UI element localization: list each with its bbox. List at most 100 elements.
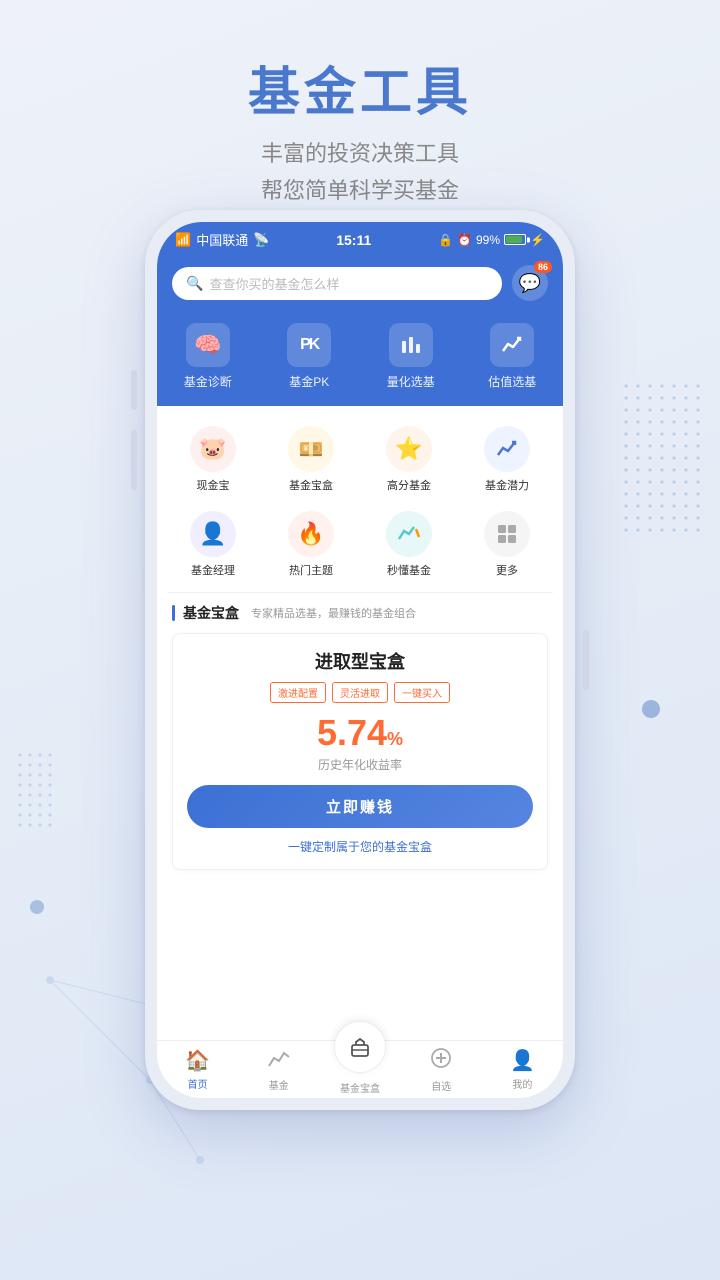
cash-icon: 🐷: [190, 426, 236, 472]
highscore-label: 高分基金: [387, 477, 431, 493]
rate-value: 5.74: [317, 712, 387, 753]
more-label: 更多: [496, 562, 518, 578]
potential-label: 基金潜力: [485, 477, 529, 493]
value-select-label: 估值选基: [488, 373, 536, 390]
wifi-icon: 📡: [253, 232, 269, 248]
section-desc: 专家精品选基，最赚钱的基金组合: [251, 605, 416, 621]
quick-label: 秒懂基金: [387, 562, 431, 578]
manager-icon: 👤: [190, 511, 236, 557]
tag-onebuy: 一键买入: [394, 682, 450, 703]
tool-item-fund-pk[interactable]: PK 基金PK: [259, 323, 361, 390]
page-title: 基金工具: [0, 50, 720, 125]
icon-item-potential[interactable]: 基金潜力: [461, 420, 553, 499]
alarm-icon: ⏰: [457, 233, 472, 247]
page-subtitle: 丰富的投资决策工具 帮您简单科学买基金: [0, 135, 720, 210]
phone-volume-up-button: [131, 370, 137, 410]
quant-select-icon: [389, 323, 433, 367]
search-icon: 🔍: [186, 275, 203, 292]
bottom-nav: 🏠 首页 基金: [157, 1040, 563, 1095]
phone-mockup: 📶 中国联通 📡 15:11 🔒 ⏰ 99% ⚡: [145, 210, 575, 1110]
charge-icon: ⚡: [530, 233, 545, 247]
section-title: 基金宝盒: [183, 603, 239, 623]
icon-item-cash[interactable]: 🐷 现金宝: [167, 420, 259, 499]
fund-pk-label: 基金PK: [289, 373, 329, 390]
bg-decoration-circle-right: [642, 700, 660, 718]
fund-box-section: 基金宝盒 专家精品选基，最赚钱的基金组合 进取型宝盒 激进配置 灵活进取 一键买…: [157, 593, 563, 878]
home-icon: 🏠: [185, 1048, 210, 1073]
card-name: 进取型宝盒: [187, 648, 533, 674]
icon-item-more[interactable]: 更多: [461, 505, 553, 584]
icon-item-manager[interactable]: 👤 基金经理: [167, 505, 259, 584]
tool-item-fund-diagnosis[interactable]: 🧠 基金诊断: [157, 323, 259, 390]
signal-icon: 📶: [175, 232, 191, 248]
quick-icon: [386, 511, 432, 557]
message-badge-count: 86: [534, 261, 552, 273]
tag-flexible: 灵活进取: [332, 682, 388, 703]
tool-item-quant-select[interactable]: 量化选基: [360, 323, 462, 390]
fund-diagnosis-label: 基金诊断: [184, 373, 232, 390]
hot-label: 热门主题: [289, 562, 333, 578]
lock-icon: 🔒: [438, 233, 453, 247]
phone-volume-down-button: [131, 430, 137, 490]
nav-item-mine[interactable]: 👤 我的: [482, 1041, 563, 1095]
search-placeholder-text: 查查你买的基金怎么样: [209, 274, 339, 293]
battery-percent: 99%: [476, 233, 500, 247]
hot-icon: 🔥: [288, 511, 334, 557]
fundbox-icon: 💴: [288, 426, 334, 472]
watchlist-icon: [430, 1047, 452, 1075]
icon-item-quick[interactable]: 秒懂基金: [363, 505, 455, 584]
watchlist-nav-label: 自选: [431, 1078, 451, 1093]
mine-icon: 👤: [510, 1048, 535, 1073]
value-select-icon: [490, 323, 534, 367]
home-nav-label: 首页: [188, 1076, 208, 1091]
icon-item-highscore[interactable]: ⭐ 高分基金: [363, 420, 455, 499]
subtitle-line1: 丰富的投资决策工具: [0, 135, 720, 172]
cash-label: 现金宝: [197, 477, 230, 493]
earn-button[interactable]: 立即赚钱: [187, 785, 533, 828]
card-tags: 激进配置 灵活进取 一键买入: [187, 682, 533, 703]
battery-bar: [504, 234, 526, 245]
fundbox-center-icon: [334, 1021, 386, 1073]
search-area: 🔍 查查你买的基金怎么样 💬 86: [157, 255, 563, 315]
subtitle-line2: 帮您简单科学买基金: [0, 172, 720, 209]
nav-item-fundbox-center[interactable]: 基金宝盒: [319, 1041, 400, 1095]
nav-item-watchlist[interactable]: 自选: [401, 1041, 482, 1095]
potential-icon: [484, 426, 530, 472]
nav-item-fund[interactable]: 基金: [238, 1041, 319, 1095]
section-header: 基金宝盒 专家精品选基，最赚钱的基金组合: [172, 603, 548, 623]
status-right: 🔒 ⏰ 99% ⚡: [438, 233, 545, 247]
tag-aggressive: 激进配置: [270, 682, 326, 703]
tools-grid: 🧠 基金诊断 PK 基金PK: [157, 315, 563, 406]
icon-grid: 🐷 现金宝 💴 基金宝盒 ⭐ 高分基金: [157, 406, 563, 592]
mine-nav-label: 我的: [512, 1076, 532, 1091]
white-section: 🐷 现金宝 💴 基金宝盒 ⭐ 高分基金: [157, 406, 563, 1095]
quant-select-label: 量化选基: [387, 373, 435, 390]
fundbox-center-label: 基金宝盒: [340, 1080, 380, 1095]
nav-item-home[interactable]: 🏠 首页: [157, 1041, 238, 1095]
fund-icon: [268, 1048, 290, 1074]
fund-nav-label: 基金: [269, 1077, 289, 1092]
battery-fill: [506, 236, 522, 243]
carrier-name: 中国联通: [196, 230, 248, 249]
card-rate-label: 历史年化收益率: [187, 756, 533, 773]
message-badge-button[interactable]: 💬 86: [512, 265, 548, 301]
icon-item-hot[interactable]: 🔥 热门主题: [265, 505, 357, 584]
more-icon: [484, 511, 530, 557]
page-header: 基金工具 丰富的投资决策工具 帮您简单科学买基金: [0, 0, 720, 230]
manager-label: 基金经理: [191, 562, 235, 578]
rate-unit: %: [387, 729, 403, 749]
icon-item-fundbox[interactable]: 💴 基金宝盒: [265, 420, 357, 499]
card-rate: 5.74%: [187, 713, 533, 753]
fund-card: 进取型宝盒 激进配置 灵活进取 一键买入 5.74% 历史年化收益率 立即赚钱: [172, 633, 548, 870]
tool-item-value-select[interactable]: 估值选基: [462, 323, 564, 390]
status-left: 📶 中国联通 📡: [175, 230, 269, 249]
fundbox-label: 基金宝盒: [289, 477, 333, 493]
app-content: 🔍 查查你买的基金怎么样 💬 86 🧠 基金诊断: [157, 255, 563, 1095]
bg-decoration-dots-left: [15, 750, 55, 830]
card-customize-link[interactable]: 一键定制属于您的基金宝盒: [187, 838, 533, 855]
fund-diagnosis-icon: 🧠: [186, 323, 230, 367]
highscore-icon: ⭐: [386, 426, 432, 472]
fund-pk-icon: PK: [287, 323, 331, 367]
status-bar: 📶 中国联通 📡 15:11 🔒 ⏰ 99% ⚡: [157, 222, 563, 255]
search-box[interactable]: 🔍 查查你买的基金怎么样: [172, 267, 502, 300]
